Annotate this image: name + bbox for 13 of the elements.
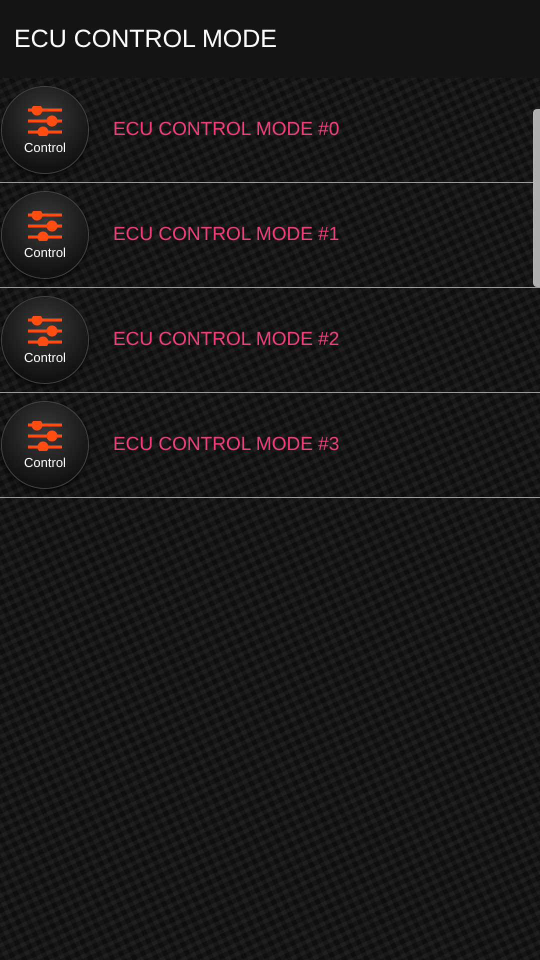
sliders-icon <box>27 106 63 136</box>
control-button[interactable]: Control <box>2 297 88 383</box>
control-button[interactable]: Control <box>2 192 88 278</box>
app-title: ECU CONTROL MODE <box>14 24 277 54</box>
sliders-icon <box>27 420 63 450</box>
mode-item[interactable]: ECU CONTROL MODE #1 <box>113 224 340 246</box>
mode-item[interactable]: ECU CONTROL MODE #0 <box>113 119 340 141</box>
control-button[interactable]: Control <box>2 87 88 173</box>
sliders-icon <box>27 316 63 346</box>
mode-item[interactable]: ECU CONTROL MODE #3 <box>113 434 340 456</box>
control-button[interactable]: Control <box>2 402 88 488</box>
mode-item[interactable]: ECU CONTROL MODE #2 <box>113 329 340 351</box>
sliders-icon <box>27 210 63 240</box>
